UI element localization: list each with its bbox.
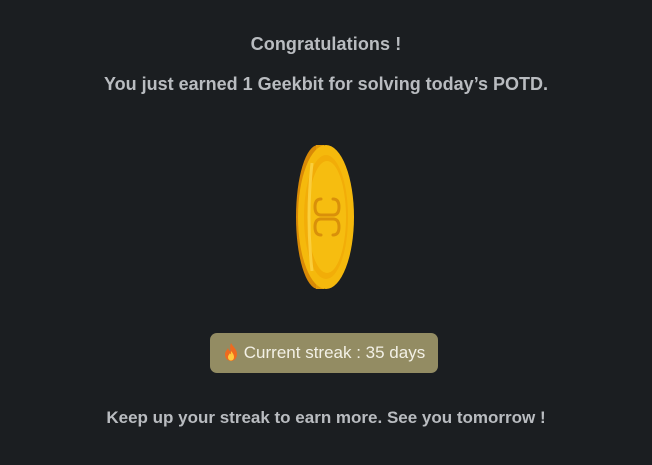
fire-icon	[223, 342, 239, 362]
streak-label: Current streak : 35 days	[243, 343, 426, 362]
encouragement-message: Keep up your streak to earn more. See yo…	[106, 408, 546, 427]
current-streak-badge: Current streak : 35 days	[210, 333, 438, 373]
reward-message: You just earned 1 Geekbit for solving to…	[103, 74, 549, 94]
reward-modal: Congratulations ! You just earned 1 Geek…	[0, 0, 652, 465]
geekbit-coin-icon	[294, 143, 356, 291]
congratulations-title: Congratulations !	[250, 34, 402, 54]
